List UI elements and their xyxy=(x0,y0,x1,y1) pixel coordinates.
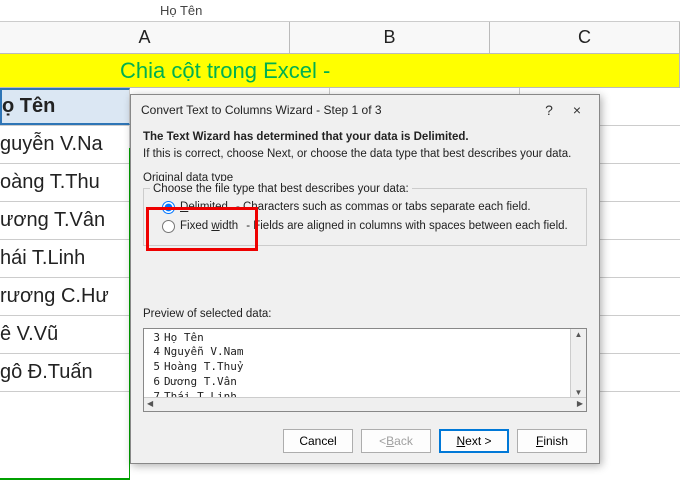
col-header-C[interactable]: C xyxy=(490,22,680,53)
back-button: < Back xyxy=(361,429,431,453)
close-button[interactable]: × xyxy=(563,99,591,121)
formula-bar[interactable]: Họ Tên xyxy=(0,0,680,22)
cell-A4[interactable]: guyễn V.Na xyxy=(0,126,130,163)
finish-button[interactable]: Finish xyxy=(517,429,587,453)
dialog-titlebar[interactable]: Convert Text to Columns Wizard - Step 1 … xyxy=(131,95,599,125)
radio-delimited-row[interactable]: Delimited - Characters such as commas or… xyxy=(152,199,578,216)
cell-A8[interactable]: rương C.Hư xyxy=(0,278,130,315)
cancel-button[interactable]: Cancel xyxy=(283,429,353,453)
cell-A3[interactable]: ọ Tên xyxy=(0,88,130,125)
cell-A5[interactable]: oàng T.Thu xyxy=(0,164,130,201)
cell-A6[interactable]: ương T.Vân xyxy=(0,202,130,239)
preview-row: 5Hoàng T.Thuỷ xyxy=(148,360,582,375)
formula-bar-value: Họ Tên xyxy=(160,3,202,18)
dialog-info-line2: If this is correct, choose Next, or choo… xyxy=(143,146,587,163)
radio-delimited-desc: - Characters such as commas or tabs sepa… xyxy=(236,199,578,216)
radio-delimited[interactable] xyxy=(162,201,175,214)
preview-row: 3Họ Tên xyxy=(148,331,582,346)
radio-fixed-row[interactable]: Fixed width - Fields are aligned in colu… xyxy=(152,218,578,235)
preview-box: 3Họ Tên4Nguyễn V.Nam5Hoàng T.Thuỷ6Dương … xyxy=(143,328,587,412)
help-button[interactable]: ? xyxy=(535,99,563,121)
file-type-group: Choose the file type that best describes… xyxy=(143,188,587,247)
radio-fixed-desc: - Fields are aligned in columns with spa… xyxy=(246,218,578,235)
preview-scrollbar-vertical[interactable]: ▲▼ xyxy=(570,329,586,399)
col-header-B[interactable]: B xyxy=(290,22,490,53)
preview-row: 4Nguyễn V.Nam xyxy=(148,345,582,360)
preview-content: 3Họ Tên4Nguyễn V.Nam5Hoàng T.Thuỷ6Dương … xyxy=(144,329,586,399)
title-merged-cell[interactable]: Chia cột trong Excel - xyxy=(0,54,680,88)
file-type-legend: Choose the file type that best describes… xyxy=(150,181,412,198)
preview-row: 6Dương T.Vân xyxy=(148,375,582,390)
radio-fixed-label: Fixed width xyxy=(180,218,238,235)
preview-scrollbar-horizontal[interactable]: ◀▶ xyxy=(144,397,586,411)
dialog-title: Convert Text to Columns Wizard - Step 1 … xyxy=(141,103,535,117)
radio-fixed-width[interactable] xyxy=(162,220,175,233)
preview-label: Preview of selected data: xyxy=(143,306,587,323)
next-button[interactable]: Next > xyxy=(439,429,509,453)
col-header-A[interactable]: A xyxy=(0,22,290,53)
column-headers: A B C xyxy=(0,22,680,54)
cell-A10[interactable]: gô Đ.Tuấn xyxy=(0,354,130,391)
selection-fill-handle-line xyxy=(0,478,130,480)
dialog-info-line1: The Text Wizard has determined that your… xyxy=(143,129,587,146)
cell-A9[interactable]: ê V.Vũ xyxy=(0,316,130,353)
radio-delimited-label: Delimited xyxy=(180,199,228,216)
text-to-columns-dialog: Convert Text to Columns Wizard - Step 1 … xyxy=(130,94,600,464)
cell-A7[interactable]: hái T.Linh xyxy=(0,240,130,277)
